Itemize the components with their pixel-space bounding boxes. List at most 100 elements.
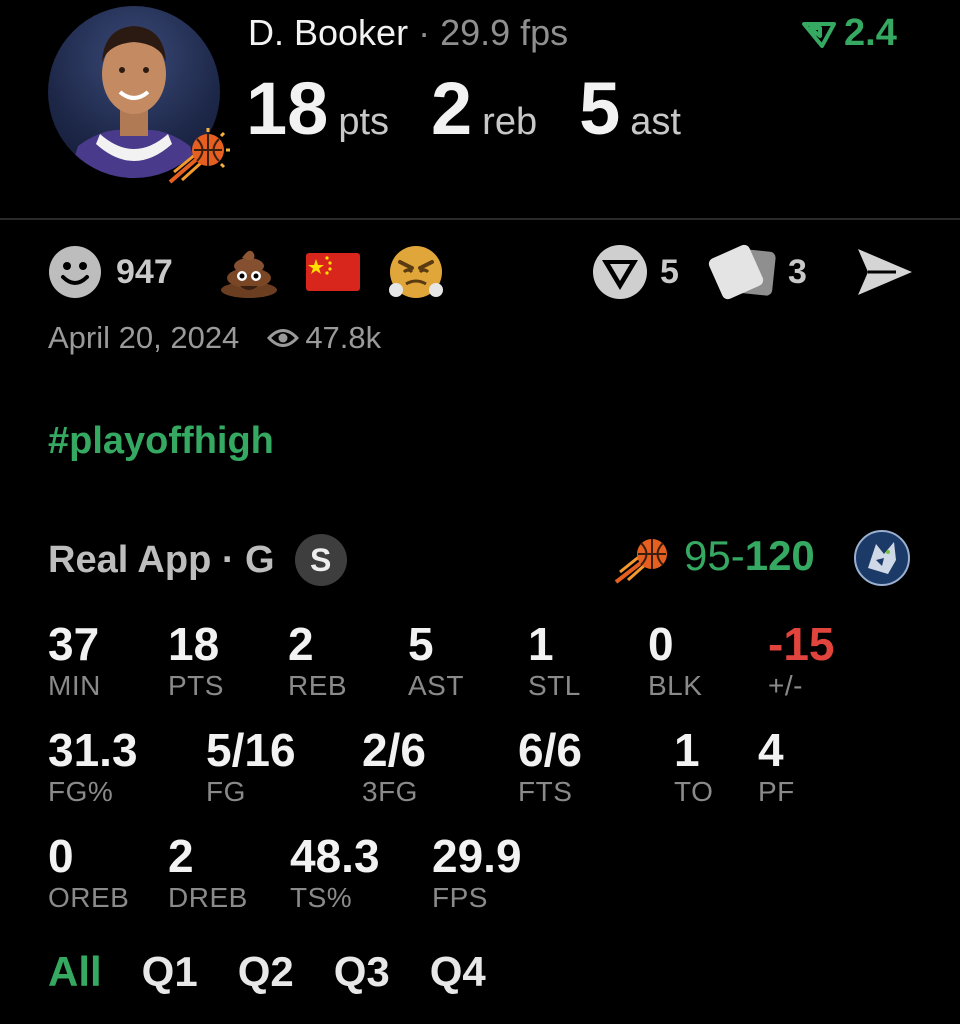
stat-label: BLK xyxy=(648,670,703,701)
stat-value: 5 xyxy=(408,618,434,670)
stat-value: 4 xyxy=(758,724,784,776)
angry-steam-face-icon xyxy=(389,246,443,298)
stat-label: +/- xyxy=(768,670,803,701)
stat-value: 1 xyxy=(528,618,554,670)
header-divider xyxy=(0,218,960,220)
tab-q2[interactable]: Q2 xyxy=(238,948,294,996)
smile-count: 947 xyxy=(116,252,173,291)
stat-value: 29.9 xyxy=(432,830,522,882)
trend-down-icon xyxy=(802,21,836,48)
stat-fg-pct: 31.3 FG% xyxy=(48,724,138,808)
stat-label: MIN xyxy=(48,670,101,701)
stat-label: AST xyxy=(408,670,464,701)
stat-label: PF xyxy=(758,776,795,807)
pts-value: 18 xyxy=(246,67,329,150)
s-badge[interactable]: S xyxy=(294,534,347,586)
score-separator: - xyxy=(730,532,745,579)
stat-label: TS% xyxy=(290,882,353,913)
stat-pf: 4 PF xyxy=(758,724,795,808)
score-away: 120 xyxy=(744,532,815,579)
stat-label: TO xyxy=(674,776,714,807)
timberwolves-team-icon xyxy=(854,530,910,586)
tab-all[interactable]: All xyxy=(48,948,102,996)
china-flag-icon xyxy=(306,253,360,291)
game-source: Real App · G S xyxy=(48,534,347,586)
post-meta: April 20, 2024 47.8k xyxy=(48,320,381,356)
tab-q3[interactable]: Q3 xyxy=(334,948,390,996)
stat-value: 37 xyxy=(48,618,100,670)
poop-reaction-button[interactable] xyxy=(220,244,278,300)
stat-oreb: 0 OREB xyxy=(48,830,129,914)
stat-label: FG% xyxy=(48,776,114,807)
smile-reaction-button[interactable]: 947 xyxy=(48,244,173,300)
stat-dreb: 2 DREB xyxy=(168,830,248,914)
game-score: 95-120 xyxy=(684,532,815,580)
stat-min: 37 MIN xyxy=(48,618,101,702)
score-home: 95 xyxy=(684,532,731,579)
suns-team-icon xyxy=(614,534,672,584)
stat-stl: 1 STL xyxy=(528,618,581,702)
stat-label: OREB xyxy=(48,882,130,913)
cards-icon xyxy=(708,244,776,300)
stat-value: 2 xyxy=(168,830,194,882)
flag-reaction-button[interactable] xyxy=(306,244,360,300)
stat-fps: 29.9 FPS xyxy=(432,830,522,914)
cards-count: 3 xyxy=(788,252,807,291)
trend-value: 2.4 xyxy=(844,12,897,54)
stat-fts: 6/6 FTS xyxy=(518,724,582,808)
view-count-text: 47.8k xyxy=(305,320,382,355)
share-button[interactable] xyxy=(856,244,914,300)
stat-value: 31.3 xyxy=(48,724,138,776)
send-icon xyxy=(858,249,912,295)
stat-ast: 5 AST xyxy=(408,618,464,702)
vote-button[interactable]: 5 xyxy=(592,244,679,300)
stat-label: 3FG xyxy=(362,776,418,807)
stat-label: PTS xyxy=(168,670,224,701)
stat-value: 1 xyxy=(674,724,700,776)
stat-plus-minus: -15 +/- xyxy=(768,618,834,702)
tab-q1[interactable]: Q1 xyxy=(142,948,198,996)
poop-emoji-icon xyxy=(221,250,277,298)
quarter-tabs: All Q1 Q2 Q3 Q4 xyxy=(48,948,526,996)
stat-to: 1 TO xyxy=(674,724,713,808)
stat-label: FG xyxy=(206,776,246,807)
stat-3fg: 2/6 3FG xyxy=(362,724,426,808)
stat-label: FTS xyxy=(518,776,573,807)
stat-label: DREB xyxy=(168,882,248,913)
player-name-line: D. Booker · 29.9 fps xyxy=(248,12,568,54)
reb-value: 2 xyxy=(431,67,473,150)
pts-label: pts xyxy=(338,101,390,143)
stat-value: 5/16 xyxy=(206,724,296,776)
stat-value: 0 xyxy=(648,618,674,670)
hashtag-link[interactable]: #playoffhigh xyxy=(48,420,274,463)
vote-count: 5 xyxy=(660,252,679,291)
cards-button[interactable]: 3 xyxy=(708,244,807,300)
ast-label: ast xyxy=(630,101,681,143)
stat-pts: 18 PTS xyxy=(168,618,224,702)
stat-value: 18 xyxy=(168,618,220,670)
stat-label: FPS xyxy=(432,882,488,913)
stat-label: STL xyxy=(528,670,581,701)
view-count: 47.8k xyxy=(267,320,381,356)
tab-q4[interactable]: Q4 xyxy=(430,948,486,996)
eye-icon xyxy=(267,329,300,347)
stat-label: REB xyxy=(288,670,348,701)
stat-value: 0 xyxy=(48,830,74,882)
suns-logo-icon xyxy=(168,128,232,184)
trend-indicator: 2.4 xyxy=(802,12,897,55)
stat-reb: 2 REB xyxy=(288,618,347,702)
stat-value: -15 xyxy=(768,618,835,670)
player-name[interactable]: D. Booker xyxy=(248,12,408,53)
headline-statline: 18 pts 2 reb 5 ast xyxy=(246,66,681,151)
ast-value: 5 xyxy=(579,67,621,150)
reb-label: reb xyxy=(482,101,538,143)
stat-value: 6/6 xyxy=(518,724,582,776)
name-separator: · xyxy=(408,12,441,53)
game-source-text: Real App · G xyxy=(48,538,275,581)
fps-value: 29.9 fps xyxy=(440,12,569,53)
stat-value: 48.3 xyxy=(290,830,380,882)
stat-value: 2/6 xyxy=(362,724,426,776)
angry-reaction-button[interactable] xyxy=(388,244,444,300)
post-date: April 20, 2024 xyxy=(48,320,240,355)
stat-fg: 5/16 FG xyxy=(206,724,296,808)
